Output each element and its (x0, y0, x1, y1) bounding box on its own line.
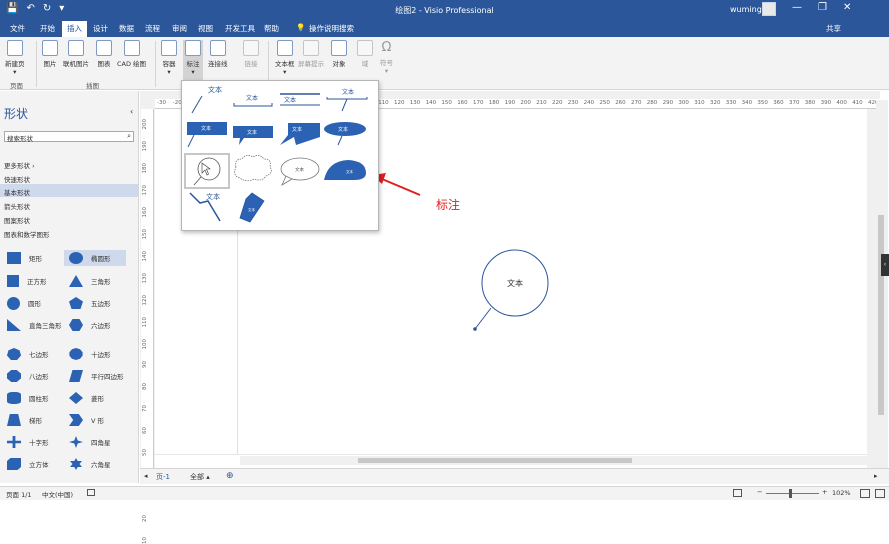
page-nav-next[interactable]: ▸ (874, 472, 878, 480)
full-screen-icon[interactable] (860, 489, 870, 498)
callout-option-12-wedge[interactable]: 文本 (324, 160, 366, 180)
svg-text:文本: 文本 (338, 126, 348, 133)
callout-gallery-svg: 文本 文本 文本 文本 文本 文本 文本 文本 文本 文本 文本 文本 (184, 85, 368, 223)
svg-text:文本: 文本 (247, 129, 257, 136)
status-bar: 页面 1/1 中文(中国) − + 102% (0, 486, 889, 500)
macro-record-icon[interactable] (87, 489, 95, 496)
svg-text:文本: 文本 (346, 169, 354, 174)
svg-text:文本: 文本 (284, 96, 296, 104)
callout-option-3[interactable]: 文本 (280, 93, 320, 106)
zoom-out-button[interactable]: − (757, 488, 762, 496)
callout-option-13-line[interactable]: 文本 (189, 192, 221, 222)
callout-option-8[interactable]: 文本 (324, 122, 366, 146)
language-indicator[interactable]: 中文(中国) (42, 489, 73, 499)
callout-option-11-speech-ellipse[interactable]: 文本 (280, 157, 320, 186)
svg-text:文本: 文本 (248, 207, 255, 212)
page-tab-1[interactable]: 页-1 (156, 472, 170, 482)
annotation-arrow-line (381, 178, 421, 196)
svg-text:文本: 文本 (246, 94, 258, 102)
callout-option-10-cloud[interactable] (234, 155, 272, 182)
svg-text:文本: 文本 (208, 85, 222, 94)
canvas-drawing: 文本 (372, 173, 549, 331)
callout-option-4[interactable]: 文本 (326, 88, 368, 112)
callout-gallery: 文本 文本 文本 文本 文本 文本 文本 文本 文本 文本 文本 文本 (181, 80, 379, 231)
callout-leader-line[interactable] (474, 307, 492, 330)
ruler-tick-label: 20 (142, 515, 148, 522)
callout-option-7[interactable]: 文本 (280, 123, 320, 145)
svg-text:文本: 文本 (295, 166, 304, 173)
horizontal-scroll-thumb[interactable] (358, 458, 632, 463)
zoom-level[interactable]: 102% (832, 489, 851, 497)
vertical-scroll-thumb[interactable] (878, 215, 884, 415)
callout-option-9-circle[interactable] (193, 157, 221, 186)
callout-option-5[interactable]: 文本 (187, 122, 227, 148)
all-pages-tab[interactable]: 全部 ▴ (190, 472, 210, 482)
page-nav-prev[interactable]: ◂ (144, 472, 148, 480)
fit-page-icon[interactable] (733, 489, 742, 497)
callout-text[interactable]: 文本 (507, 278, 523, 288)
svg-text:文本: 文本 (342, 88, 354, 96)
zoom-in-button[interactable]: + (822, 488, 827, 496)
callout-option-6[interactable]: 文本 (233, 126, 273, 145)
horizontal-scrollbar[interactable] (240, 456, 876, 465)
switch-windows-icon[interactable] (875, 489, 885, 498)
add-page-icon[interactable]: ⊕ (226, 471, 234, 481)
svg-text:文本: 文本 (201, 125, 211, 132)
annotation-label: 标注 (436, 198, 461, 212)
zoom-slider-thumb[interactable] (789, 489, 792, 498)
svg-text:文本: 文本 (292, 126, 302, 133)
callout-option-1[interactable]: 文本 (191, 85, 222, 114)
callout-leader-endpoint[interactable] (473, 327, 477, 331)
callout-option-14-tag[interactable]: 文本 (239, 192, 265, 223)
expand-side-panel-icon[interactable]: ‹ (881, 254, 889, 276)
page-count: 页面 1/1 (6, 491, 32, 499)
page-tab-bar: ◂ 页-1 全部 ▴ ⊕ ▸ (140, 468, 889, 484)
callout-option-2[interactable]: 文本 (233, 94, 273, 107)
svg-text:文本: 文本 (206, 192, 220, 201)
ruler-tick-label: 10 (142, 537, 148, 544)
vertical-scrollbar[interactable] (876, 100, 888, 468)
zoom-slider-track[interactable] (766, 493, 819, 494)
